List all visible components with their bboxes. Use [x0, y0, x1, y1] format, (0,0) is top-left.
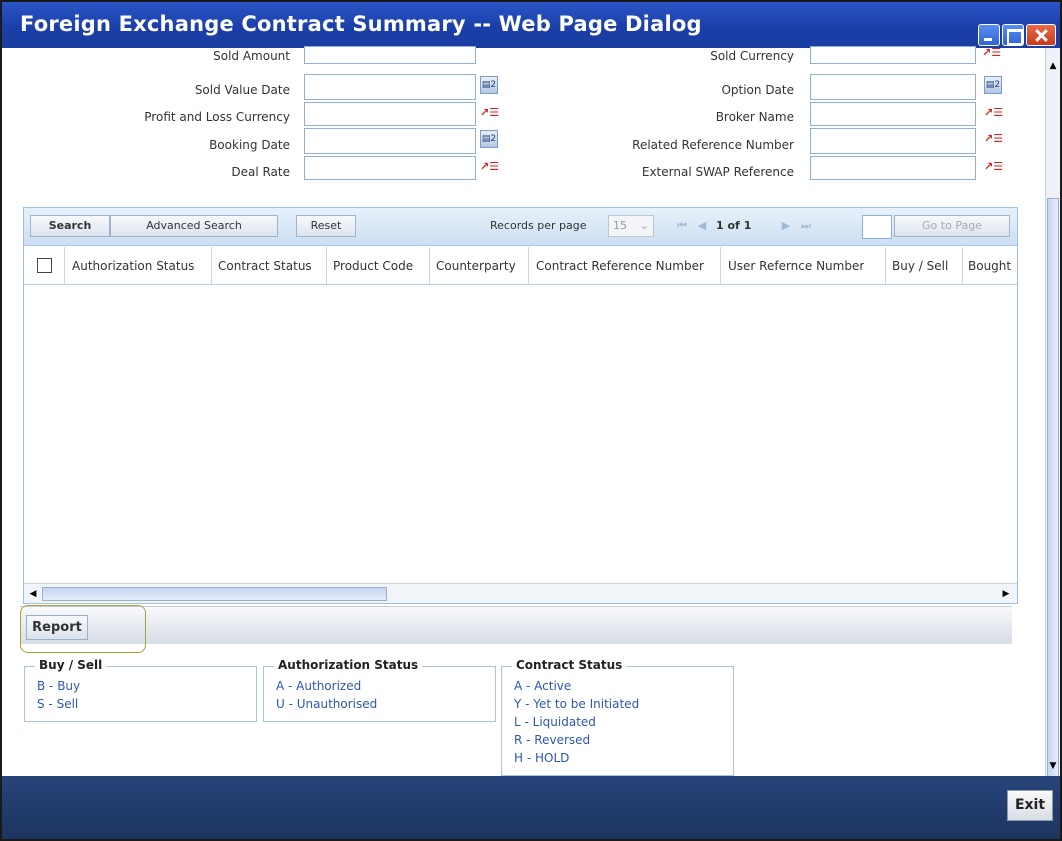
total-pages: 1 [743, 219, 752, 232]
list-of-values-icon[interactable]: ↗☰ [480, 158, 499, 176]
authorization-status-legend-title: Authorization Status [274, 658, 423, 672]
profit-loss-currency-input[interactable] [304, 102, 476, 126]
horizontal-scroll-thumb[interactable] [42, 587, 387, 601]
contract-status-legend-title: Contract Status [512, 658, 627, 672]
list-of-values-icon[interactable]: ↗☰ [982, 46, 1001, 60]
report-bar: Report [20, 606, 1012, 644]
exit-button[interactable]: Exit [1007, 790, 1053, 821]
minimize-button[interactable] [978, 24, 1000, 46]
option-date-label: Option Date [721, 83, 794, 97]
authorization-status-legend: Authorization Status A - Authorized U - … [263, 658, 496, 722]
vertical-scroll-thumb[interactable] [1047, 198, 1059, 794]
report-highlight [20, 605, 146, 653]
column-header[interactable]: Contract Status [218, 247, 312, 285]
scroll-down-icon[interactable]: ▼ [1047, 760, 1059, 772]
search-button[interactable]: Search [30, 215, 110, 237]
legend-item: H - HOLD [514, 751, 570, 765]
legend-item: S - Sell [37, 697, 79, 711]
reset-button[interactable]: Reset [296, 215, 356, 237]
column-header[interactable]: User Refernce Number [728, 247, 864, 285]
sold-currency-label: Sold Currency [710, 49, 794, 63]
column-header[interactable]: Bought [968, 247, 1017, 285]
calendar-icon[interactable]: ▤2 [480, 130, 498, 148]
option-date-input[interactable] [810, 74, 976, 100]
records-per-page-select[interactable]: 15 ⌄ [608, 215, 654, 237]
column-header[interactable]: Buy / Sell [892, 247, 948, 285]
footer-bar: Exit [2, 776, 1060, 839]
current-page: 1 [716, 219, 724, 232]
sold-amount-label: Sold Amount [213, 49, 290, 63]
deal-rate-input[interactable] [304, 156, 476, 180]
next-page-icon[interactable]: ▶ [778, 217, 794, 235]
select-all-checkbox[interactable] [37, 258, 52, 273]
page-of-label: of [727, 219, 740, 232]
records-per-page-value: 15 [613, 219, 627, 232]
column-header[interactable]: Counterparty [436, 247, 516, 285]
go-to-page-button[interactable]: Go to Page [894, 215, 1010, 237]
title-bar[interactable]: Foreign Exchange Contract Summary -- Web… [2, 2, 1060, 48]
list-of-values-icon[interactable]: ↗☰ [984, 104, 1003, 122]
deal-rate-label: Deal Rate [231, 165, 290, 179]
external-swap-reference-label: External SWAP Reference [641, 165, 794, 179]
last-page-icon[interactable]: ⏭ [798, 217, 814, 235]
advanced-search-button[interactable]: Advanced Search [110, 215, 278, 237]
page-indicator: 1 of 1 [716, 215, 751, 237]
buy-sell-legend: Buy / Sell B - Buy S - Sell [24, 658, 257, 722]
vertical-scrollbar[interactable]: ▲ ▼ [1045, 48, 1060, 794]
related-reference-number-input[interactable] [810, 128, 976, 154]
sold-currency-input[interactable] [810, 46, 976, 64]
first-page-icon[interactable]: ⏮ [674, 217, 690, 235]
legend-item: R - Reversed [514, 733, 591, 747]
list-of-values-icon[interactable]: ↗☰ [984, 158, 1003, 176]
previous-page-icon[interactable]: ◀ [694, 217, 710, 235]
external-swap-reference-input[interactable] [810, 156, 976, 180]
legend-item: B - Buy [37, 679, 81, 693]
list-of-values-icon[interactable]: ↗☰ [480, 104, 499, 122]
table-body [24, 286, 1017, 582]
broker-name-input[interactable] [810, 102, 976, 126]
results-grid: Search Advanced Search Reset Records per… [23, 207, 1018, 604]
legend-item: A - Authorized [276, 679, 362, 693]
close-button[interactable] [1026, 24, 1056, 46]
chevron-down-icon: ⌄ [639, 219, 649, 232]
legend-item: L - Liquidated [514, 715, 596, 729]
column-header[interactable]: Authorization Status [72, 247, 194, 285]
list-of-values-icon[interactable]: ↗☰ [984, 130, 1003, 148]
sold-value-date-label: Sold Value Date [194, 83, 290, 97]
broker-name-label: Broker Name [715, 110, 794, 124]
buy-sell-legend-title: Buy / Sell [35, 658, 107, 672]
calendar-icon[interactable]: ▤2 [984, 76, 1002, 94]
sold-amount-input[interactable] [304, 46, 476, 64]
profit-loss-currency-label: Profit and Loss Currency [144, 110, 290, 124]
column-header[interactable]: Contract Reference Number [536, 247, 704, 285]
table-header: Authorization Status Contract Status Pro… [24, 247, 1017, 285]
maximize-button[interactable] [1002, 24, 1024, 46]
scroll-left-icon[interactable]: ◀ [27, 588, 39, 600]
legend-item: Y - Yet to be Initiated [514, 697, 640, 711]
scroll-right-icon[interactable]: ▶ [1000, 588, 1012, 600]
calendar-icon[interactable]: ▤2 [480, 76, 498, 94]
horizontal-scrollbar[interactable]: ◀ ▶ [24, 583, 1017, 603]
booking-date-label: Booking Date [209, 138, 290, 152]
related-reference-number-label: Related Reference Number [632, 138, 794, 152]
go-to-page-input[interactable] [862, 215, 892, 239]
records-per-page-label: Records per page [490, 219, 587, 232]
legend-item: A - Active [514, 679, 572, 693]
dialog-window: Foreign Exchange Contract Summary -- Web… [0, 0, 1062, 841]
legend-item: U - Unauthorised [276, 697, 378, 711]
booking-date-input[interactable] [304, 128, 476, 154]
grid-toolbar: Search Advanced Search Reset Records per… [24, 208, 1017, 246]
scroll-up-icon[interactable]: ▲ [1047, 60, 1059, 72]
window-title: Foreign Exchange Contract Summary -- Web… [20, 12, 702, 36]
contract-status-legend: Contract Status A - Active Y - Yet to be… [501, 658, 734, 776]
column-header[interactable]: Product Code [333, 247, 413, 285]
sold-value-date-input[interactable] [304, 74, 476, 100]
